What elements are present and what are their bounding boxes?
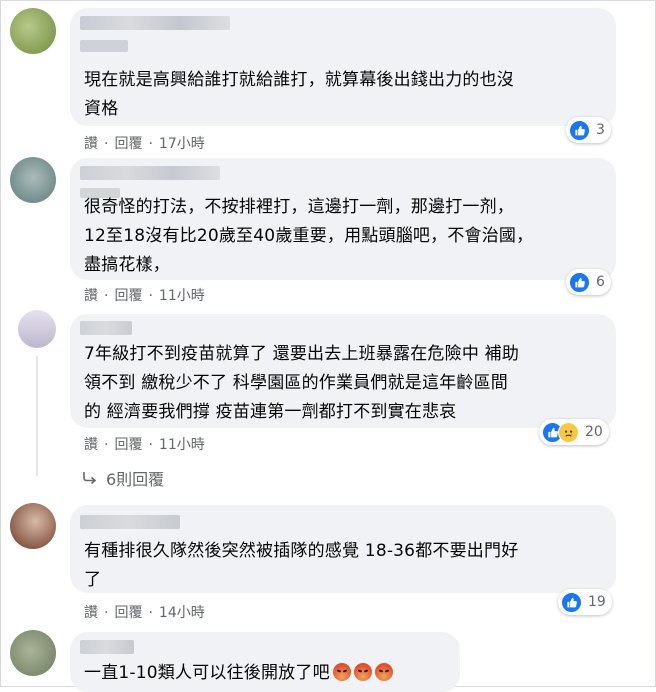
thread-line — [36, 356, 38, 476]
like-action[interactable]: 讚 — [84, 602, 98, 622]
like-action[interactable]: 讚 — [84, 285, 98, 305]
view-replies-link[interactable]: 6則回覆 — [82, 466, 164, 490]
reply-action[interactable]: 回覆 — [114, 434, 142, 454]
like-icon — [569, 271, 590, 293]
comment-text: 有種排很久隊然後突然被插隊的感覺 18-36都不要出門好 了 — [84, 541, 519, 590]
comment-text: 現在就是高興給誰打就給誰打，就算幕後出錢出力的也沒 資格 — [84, 70, 514, 119]
angry-emoji-icon — [332, 663, 351, 681]
like-action[interactable]: 讚 — [84, 434, 98, 454]
timestamp[interactable]: 11小時 — [159, 434, 205, 454]
commenter-name[interactable] — [80, 166, 220, 180]
like-icon — [569, 119, 590, 141]
avatar[interactable] — [10, 503, 56, 549]
reaction-summary[interactable]: 19 — [558, 589, 612, 615]
reply-action[interactable]: 回覆 — [114, 285, 142, 305]
avatar[interactable] — [18, 310, 56, 348]
reaction-summary[interactable]: 6 — [566, 269, 611, 295]
like-action[interactable]: 讚 — [84, 133, 98, 153]
like-icon — [561, 591, 582, 613]
commenter-name[interactable] — [80, 16, 230, 30]
reply-action[interactable]: 回覆 — [114, 602, 142, 622]
timestamp[interactable]: 11小時 — [159, 285, 205, 305]
comment-text: 一直1-10類人可以往後開放了吧 — [84, 659, 393, 688]
comment-actions: 讚 · 回覆 · 17小時 — [84, 133, 205, 153]
angry-emoji-icon — [374, 663, 393, 681]
comment-text: 7年級打不到疫苗就算了 還要出去上班暴露在危險中 補助 領不到 繳稅少不了 科學… — [84, 344, 520, 422]
timestamp[interactable]: 14小時 — [159, 602, 205, 622]
reply-action[interactable]: 回覆 — [114, 133, 142, 153]
sad-icon — [558, 421, 579, 443]
commenter-name[interactable] — [80, 321, 132, 335]
reply-arrow-icon — [82, 471, 98, 485]
commenter-subname — [80, 40, 128, 52]
commenter-name[interactable] — [80, 640, 134, 654]
reaction-summary[interactable]: 3 — [566, 117, 611, 143]
avatar[interactable] — [10, 630, 56, 676]
avatar[interactable] — [10, 157, 56, 203]
avatar[interactable] — [10, 8, 56, 54]
comment-actions: 讚 · 回覆 · 14小時 — [84, 602, 205, 622]
comment-text: 很奇怪的打法，不按排裡打，這邊打一劑，那邊打一剂， 12至18沒有比20歲至40… — [84, 197, 534, 275]
comment-actions: 讚 · 回覆 · 11小時 — [84, 285, 205, 305]
comment-actions: 讚 · 回覆 · 11小時 — [84, 434, 205, 454]
commenter-name[interactable] — [80, 515, 180, 529]
angry-emoji-icon — [353, 663, 372, 681]
reaction-summary[interactable]: 20 — [539, 419, 609, 445]
timestamp[interactable]: 17小時 — [159, 133, 205, 153]
